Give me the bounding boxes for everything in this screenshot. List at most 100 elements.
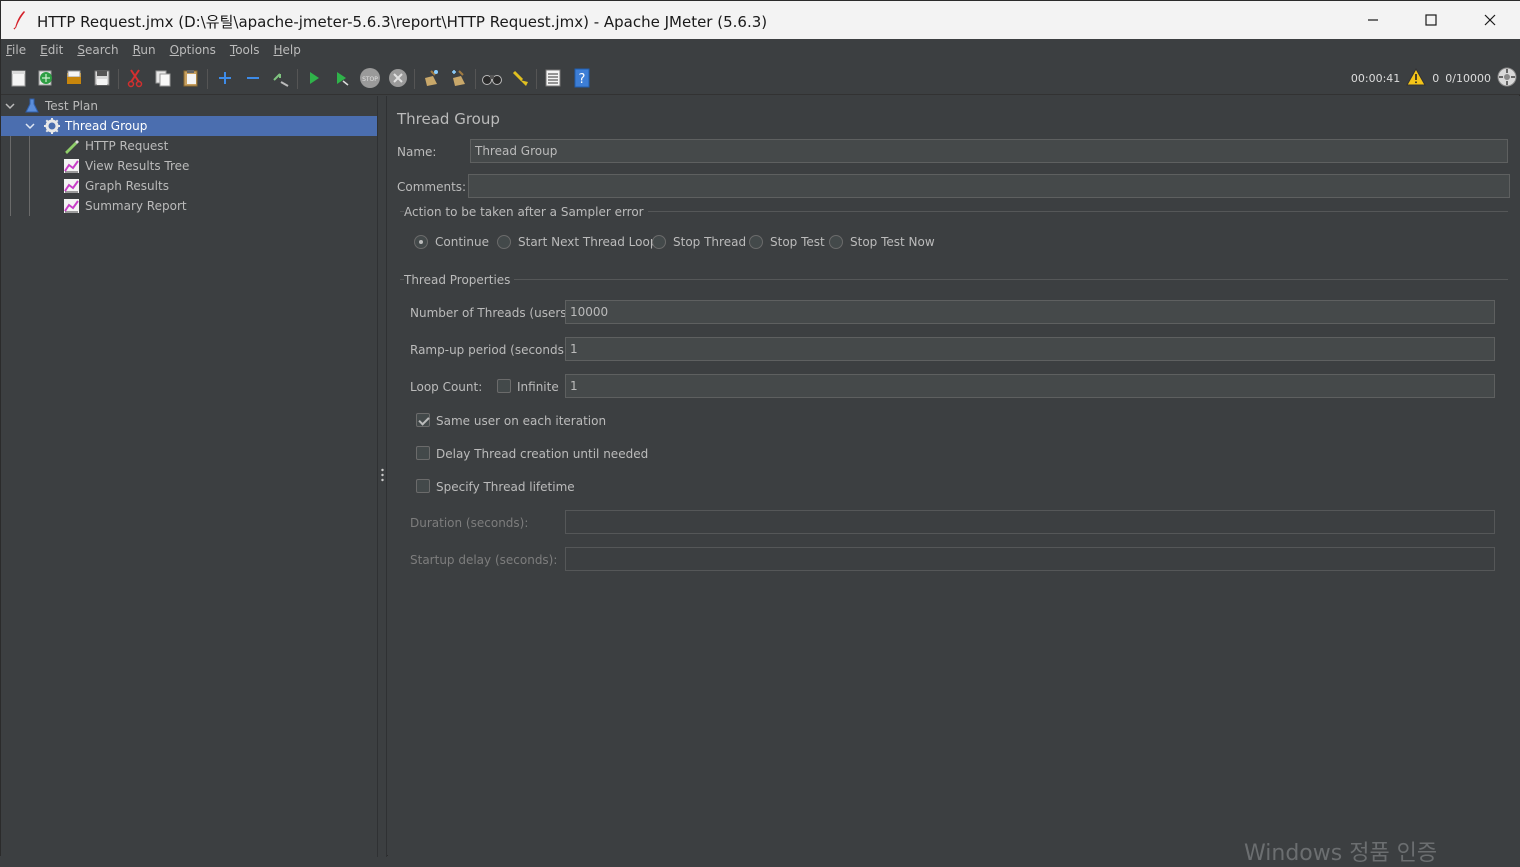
radio-stop-test-label[interactable]: Stop Test (770, 235, 825, 249)
menu-edit-mnemonic: E (40, 43, 48, 57)
function-helper-icon[interactable] (542, 67, 564, 89)
tree-item-summary-report[interactable]: Summary Report (1, 196, 377, 216)
menu-help-mnemonic: H (273, 43, 283, 57)
panel-splitter[interactable] (378, 96, 387, 857)
name-field[interactable]: Thread Group (470, 139, 1508, 163)
name-label: Name: (397, 145, 437, 159)
save-icon[interactable] (91, 67, 113, 89)
tree-item-http-request[interactable]: HTTP Request (1, 136, 377, 156)
toolbar-separator (207, 69, 208, 89)
radio-stop-test-now-label[interactable]: Stop Test Now (850, 235, 935, 249)
loop-count-field[interactable]: 1 (565, 374, 1495, 398)
thread-group-panel: Thread Group Name: Thread Group Comments… (388, 96, 1520, 857)
open-icon[interactable] (63, 67, 85, 89)
stop-icon[interactable]: STOP (359, 67, 381, 89)
tree-item-graph-results[interactable]: Graph Results (1, 176, 377, 196)
infinite-checkbox[interactable] (497, 379, 511, 393)
help-icon[interactable]: ? (571, 67, 593, 89)
listener-chart-icon (64, 159, 79, 176)
radio-stop-test-now[interactable] (829, 235, 843, 249)
threads-field[interactable]: 10000 (565, 300, 1495, 324)
toolbar-separator (475, 69, 476, 89)
svg-text:STOP: STOP (362, 76, 378, 83)
clear-all-icon[interactable] (448, 67, 470, 89)
comments-field[interactable] (468, 174, 1510, 198)
collapse-icon[interactable] (242, 67, 264, 89)
same-user-label[interactable]: Same user on each iteration (436, 414, 606, 428)
tree-item-view-results-tree[interactable]: View Results Tree (1, 156, 377, 176)
expand-icon[interactable] (214, 67, 236, 89)
start-icon[interactable] (303, 67, 325, 89)
menu-run-label: un (140, 43, 156, 57)
tree-item-test-plan[interactable]: Test Plan (1, 96, 377, 116)
same-user-checkbox[interactable] (416, 413, 430, 427)
menu-search[interactable]: Search (77, 43, 118, 57)
close-button[interactable] (1461, 1, 1519, 39)
rampup-field[interactable]: 1 (565, 337, 1495, 361)
radio-stop-thread-label[interactable]: Stop Thread (673, 235, 746, 249)
duration-field[interactable] (565, 510, 1495, 534)
splitter-grip-icon[interactable] (381, 468, 384, 482)
cut-icon[interactable] (124, 67, 146, 89)
toolbar-separator (414, 69, 415, 89)
toggle-icon[interactable] (270, 67, 292, 89)
minimize-icon (1368, 19, 1378, 21)
startup-delay-label: Startup delay (seconds): (410, 553, 558, 567)
toolbar-separator (536, 69, 537, 89)
warning-icon[interactable] (1406, 67, 1427, 89)
tree-item-thread-group[interactable]: Thread Group (1, 116, 377, 136)
menu-edit[interactable]: Edit (40, 43, 63, 57)
thread-lifetime-checkbox[interactable] (416, 479, 430, 493)
radio-continue-label[interactable]: Continue (435, 235, 489, 249)
gear-icon (43, 117, 61, 138)
jmeter-window: HTTP Request.jmx (D:\유틸\apache-jmeter-5.… (0, 0, 1520, 866)
minimize-button[interactable] (1344, 1, 1402, 39)
comments-label: Comments: (397, 180, 467, 194)
listener-chart-icon (64, 179, 79, 196)
copy-icon[interactable] (152, 67, 174, 89)
menu-help[interactable]: Help (274, 43, 301, 57)
title-bar: HTTP Request.jmx (D:\유틸\apache-jmeter-5.… (1, 1, 1520, 39)
menu-run[interactable]: Run (133, 43, 156, 57)
search-icon[interactable] (481, 67, 503, 89)
maximize-button[interactable] (1402, 1, 1460, 39)
menu-tools[interactable]: Tools (230, 43, 260, 57)
tree-item-label: Summary Report (85, 199, 187, 213)
elapsed-time: 00:00:41 (1350, 71, 1401, 85)
reset-search-icon[interactable] (509, 67, 531, 89)
radio-continue[interactable] (414, 235, 428, 249)
templates-icon[interactable] (35, 67, 57, 89)
radio-start-next-loop-label[interactable]: Start Next Thread Loop (518, 235, 657, 249)
listener-chart-icon (64, 199, 79, 216)
thread-properties-title: Thread Properties (404, 273, 515, 287)
infinite-label[interactable]: Infinite (517, 380, 559, 394)
test-plan-icon (25, 98, 39, 117)
menu-file[interactable]: File (6, 43, 26, 57)
paste-icon[interactable] (180, 67, 202, 89)
delay-thread-label[interactable]: Delay Thread creation until needed (436, 447, 648, 461)
close-icon (1484, 14, 1496, 26)
shutdown-icon[interactable] (387, 67, 409, 89)
startup-delay-field[interactable] (565, 547, 1495, 571)
toolbar-separator (297, 69, 298, 89)
clear-icon[interactable] (420, 67, 442, 89)
new-icon[interactable] (8, 67, 30, 89)
radio-start-next-loop[interactable] (497, 235, 511, 249)
menu-edit-label: dit (47, 43, 64, 57)
radio-stop-test[interactable] (749, 235, 763, 249)
delay-thread-checkbox[interactable] (416, 446, 430, 460)
threads-label: Number of Threads (users): (410, 306, 576, 320)
chevron-down-icon[interactable] (25, 120, 35, 134)
start-no-pause-icon[interactable] (331, 67, 353, 89)
radio-stop-thread[interactable] (652, 235, 666, 249)
menu-bar: File Edit Search Run Options Tools Help (1, 39, 1520, 61)
activation-watermark: Windows 정품 인증 (1244, 841, 1438, 866)
tree-item-label: View Results Tree (85, 159, 190, 173)
chevron-down-icon[interactable] (5, 100, 15, 114)
menu-options[interactable]: Options (170, 43, 216, 57)
thread-lifetime-label[interactable]: Specify Thread lifetime (436, 480, 575, 494)
test-plan-tree: Test Plan Thread Group HTTP Request View… (1, 96, 378, 857)
thread-count: 0/10000 (1445, 71, 1491, 85)
status-area: 00:00:41 0 0/10000 (1351, 67, 1517, 89)
remote-engines-icon[interactable] (1497, 67, 1517, 90)
